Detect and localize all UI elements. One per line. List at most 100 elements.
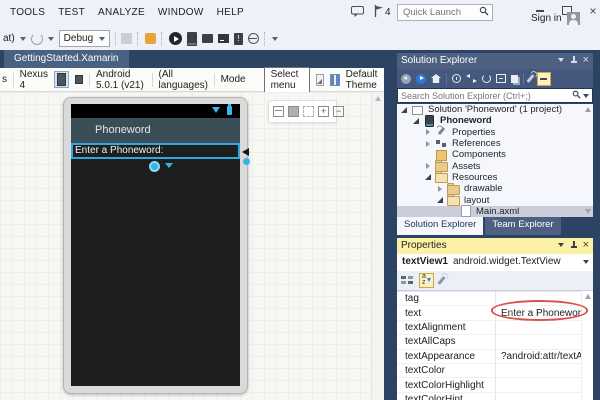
phone-screen[interactable]: Phoneword Enter a Phoneword: xyxy=(71,104,240,386)
pin-icon[interactable] xyxy=(570,56,577,64)
close-icon[interactable]: × xyxy=(586,4,600,17)
property-row[interactable]: tag xyxy=(397,292,582,306)
language-selector[interactable]: (All languages) xyxy=(158,69,207,91)
solution-explorer-titlebar[interactable]: Solution Explorer × xyxy=(397,53,593,69)
tree-item[interactable]: Assets xyxy=(397,160,593,171)
window-menu-icon[interactable] xyxy=(558,243,564,247)
edge-handle-icon[interactable] xyxy=(243,158,250,165)
forward-icon[interactable] xyxy=(416,74,426,84)
expander-collapsed-icon[interactable] xyxy=(436,184,446,194)
tab-solution-explorer[interactable]: Solution Explorer xyxy=(397,217,483,235)
wrench-icon[interactable] xyxy=(526,74,534,83)
device-selector[interactable]: Nexus 4 xyxy=(20,69,48,91)
property-row[interactable]: textColorHighlight xyxy=(397,378,582,392)
categorized-view-icon[interactable] xyxy=(401,275,413,286)
property-row[interactable]: textEnter a Phoneword: xyxy=(397,306,582,320)
pin-icon[interactable] xyxy=(570,241,577,249)
expander-expanded-icon[interactable] xyxy=(436,195,446,205)
device-log-icon[interactable]: ! xyxy=(234,33,243,45)
tree-item[interactable]: drawable xyxy=(397,183,593,194)
zoom-out-icon[interactable] xyxy=(333,106,344,117)
portrait-toggle[interactable] xyxy=(54,71,69,88)
theme-selector[interactable]: Default Theme xyxy=(346,69,384,91)
scroll-up-icon[interactable] xyxy=(585,294,591,299)
expander-collapsed-icon[interactable] xyxy=(424,127,434,137)
window-menu-icon[interactable] xyxy=(558,58,564,62)
android-version-selector[interactable]: Android 5.0.1 (v21) xyxy=(96,69,146,91)
property-value[interactable] xyxy=(496,378,582,391)
tree-item[interactable]: Resources xyxy=(397,172,593,183)
chevron-down-icon[interactable] xyxy=(165,163,173,168)
device-phone-icon[interactable] xyxy=(187,32,197,46)
solution-search-box[interactable] xyxy=(397,88,593,103)
expander-expanded-icon[interactable] xyxy=(412,116,422,126)
toolbar-overflow-icon[interactable] xyxy=(272,37,278,41)
show-all-files-icon[interactable] xyxy=(537,72,551,86)
pending-changes-icon[interactable] xyxy=(452,74,461,83)
tree-item[interactable]: layout xyxy=(397,194,593,205)
dock-corner-icon[interactable] xyxy=(316,74,324,86)
start-debug-icon[interactable] xyxy=(169,32,182,45)
property-value[interactable]: ?android:attr/textAppeara xyxy=(496,350,593,363)
selected-object-row[interactable]: textView1android.widget.TextView xyxy=(397,254,593,271)
property-row[interactable]: textAlignment xyxy=(397,321,582,335)
close-icon[interactable]: × xyxy=(583,56,589,64)
configuration-dropdown[interactable]: Debug xyxy=(59,30,110,47)
collapse-all-icon[interactable] xyxy=(496,74,506,83)
user-avatar-icon[interactable] xyxy=(567,12,580,25)
tree-item[interactable]: Solution 'Phoneword' (1 project) xyxy=(397,104,593,115)
selected-textview[interactable]: Enter a Phoneword: xyxy=(71,143,240,159)
select-menu-dropdown[interactable]: Select menu xyxy=(264,67,311,93)
canvas-scrollbar[interactable] xyxy=(371,92,385,400)
close-icon[interactable]: × xyxy=(583,241,589,249)
property-value[interactable] xyxy=(496,335,582,348)
chevron-down-icon[interactable] xyxy=(583,260,589,264)
tree-item[interactable]: Properties xyxy=(397,127,593,138)
zoom-in-icon[interactable] xyxy=(318,106,329,117)
property-row[interactable]: textAllCaps xyxy=(397,335,582,349)
tree-item[interactable]: Main.axml xyxy=(397,206,593,217)
chevron-down-icon[interactable] xyxy=(583,94,589,98)
property-value[interactable]: Enter a Phoneword: xyxy=(496,306,589,319)
fit-selection-icon[interactable] xyxy=(303,106,314,117)
feedback-bubble-icon[interactable] xyxy=(351,6,364,21)
expander-expanded-icon[interactable] xyxy=(424,172,434,182)
home-icon[interactable] xyxy=(431,74,441,83)
scroll-up-icon[interactable] xyxy=(375,96,381,101)
tab-team-explorer[interactable]: Team Explorer xyxy=(485,217,560,235)
menu-test[interactable]: TEST xyxy=(58,7,85,18)
property-row[interactable]: textAppearance?android:attr/textAppeara xyxy=(397,350,582,364)
quick-launch-input[interactable] xyxy=(398,7,479,18)
console-icon[interactable] xyxy=(218,34,229,43)
property-row[interactable]: textColor xyxy=(397,364,582,378)
menu-window[interactable]: WINDOW xyxy=(158,7,204,18)
wrench-icon[interactable] xyxy=(437,276,445,285)
tree-item[interactable]: References xyxy=(397,138,593,149)
scroll-down-icon[interactable] xyxy=(585,209,591,214)
scroll-up-icon[interactable] xyxy=(585,107,591,112)
notifications-flag-icon[interactable] xyxy=(374,5,384,20)
refresh-icon[interactable] xyxy=(31,33,43,45)
grid-scrollbar[interactable] xyxy=(581,291,593,400)
mode-label[interactable]: Mode xyxy=(221,74,246,85)
search-icon[interactable] xyxy=(572,90,583,102)
property-value[interactable] xyxy=(496,321,582,334)
property-row[interactable]: textColorHint xyxy=(397,393,582,400)
quick-launch-box[interactable] xyxy=(397,4,493,21)
property-value[interactable] xyxy=(496,292,582,305)
attach-tool-icon[interactable] xyxy=(145,33,156,44)
resize-arrow-icon[interactable] xyxy=(242,148,249,156)
menu-tools[interactable]: TOOLS xyxy=(10,7,45,18)
tree-item[interactable]: Components xyxy=(397,149,593,160)
sign-in-link[interactable]: Sign in xyxy=(531,13,562,24)
android-sdk-icon[interactable] xyxy=(202,34,213,43)
refresh-icon[interactable] xyxy=(482,74,491,83)
properties-titlebar[interactable]: Properties × xyxy=(397,238,593,254)
grid-toggle-icon[interactable] xyxy=(273,106,284,117)
emulator-manager-icon[interactable] xyxy=(248,33,259,44)
property-value[interactable] xyxy=(496,393,582,400)
alphabetical-sort-icon[interactable] xyxy=(419,273,434,288)
tree-item[interactable]: Phoneword xyxy=(397,115,593,126)
properties-page-icon[interactable] xyxy=(511,75,518,83)
expander-collapsed-icon[interactable] xyxy=(424,139,434,149)
